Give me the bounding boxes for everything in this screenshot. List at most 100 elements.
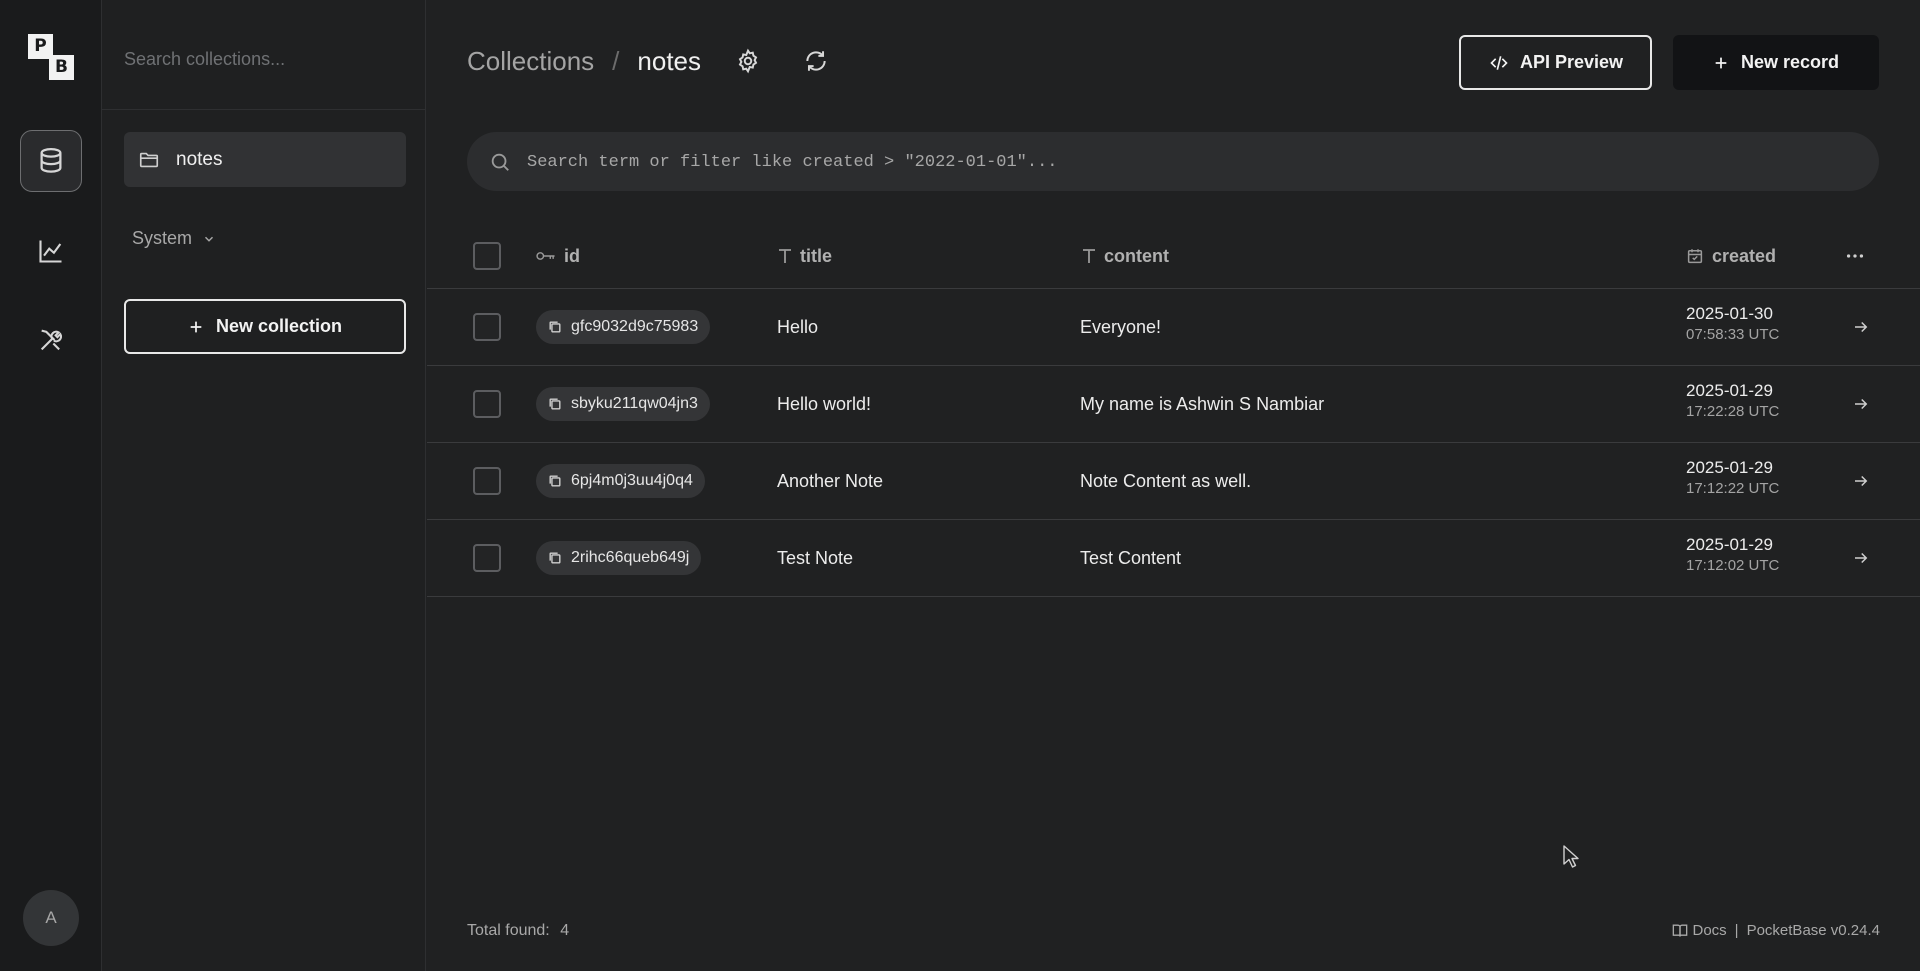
select-all-checkbox[interactable] <box>473 242 501 270</box>
sidebar-item-notes[interactable]: notes <box>124 132 406 187</box>
column-label-content: content <box>1104 245 1169 266</box>
plus-icon <box>188 319 204 335</box>
created-time: 17:12:02 UTC <box>1686 557 1780 574</box>
collections-sidebar: notes System New collection <box>102 0 426 971</box>
record-id: 2rihc66queb649j <box>571 549 690 566</box>
new-collection-button[interactable]: New collection <box>124 299 406 354</box>
new-record-button[interactable]: New record <box>1673 35 1879 90</box>
record-title: Hello world! <box>777 393 872 414</box>
copy-icon <box>548 397 562 411</box>
record-id-pill[interactable]: 6pj4m0j3uu4j0q4 <box>536 464 705 498</box>
column-label-created: created <box>1712 245 1777 266</box>
record-title: Test Note <box>777 547 854 568</box>
system-collections-toggle[interactable]: System <box>132 228 216 249</box>
table-row[interactable]: gfc9032d9c75983 Hello Everyone! 2025-01-… <box>427 289 1920 366</box>
total-found-value: 4 <box>560 922 570 939</box>
breadcrumb-current: notes <box>637 46 702 76</box>
search-icon <box>489 151 511 173</box>
arrow-right-icon[interactable] <box>1852 472 1870 490</box>
version-label[interactable]: PocketBase v0.24.4 <box>1747 922 1880 939</box>
key-icon <box>536 249 556 263</box>
rail-logs-button[interactable] <box>20 220 82 282</box>
created-time: 17:12:22 UTC <box>1686 480 1780 497</box>
copy-icon <box>548 551 562 565</box>
plus-icon <box>1713 55 1729 71</box>
text-type-icon <box>778 248 792 264</box>
database-icon <box>36 146 66 176</box>
sidebar-item-label: notes <box>176 148 223 170</box>
system-label: System <box>132 228 193 248</box>
chevron-down-icon <box>202 232 216 246</box>
chart-line-icon <box>37 237 65 265</box>
footer-separator: | <box>1734 922 1739 939</box>
breadcrumb-separator: / <box>612 46 620 76</box>
record-id-pill[interactable]: 2rihc66queb649j <box>536 541 702 575</box>
table-header: id title content created <box>427 224 1920 289</box>
created-time: 07:58:33 UTC <box>1686 326 1780 343</box>
tools-icon <box>37 326 65 354</box>
record-title: Another Note <box>777 470 884 491</box>
refresh-icon[interactable] <box>803 48 829 74</box>
rail-collections-button[interactable] <box>20 130 82 192</box>
record-content: Note Content as well. <box>1080 470 1252 491</box>
column-header-id[interactable]: id <box>536 224 580 288</box>
more-horizontal-icon[interactable] <box>1844 246 1866 266</box>
record-content: My name is Ashwin S Nambiar <box>1080 393 1325 414</box>
record-created: 2025-01-29 17:12:02 UTC <box>1686 536 1779 573</box>
new-collection-label: New collection <box>215 316 343 336</box>
created-date: 2025-01-29 <box>1686 381 1773 400</box>
row-checkbox[interactable] <box>473 390 501 418</box>
records-filter-bar <box>467 132 1879 191</box>
column-label-id: id <box>564 245 580 266</box>
created-date: 2025-01-30 <box>1686 304 1773 323</box>
main-content: Collections / notes API Preview New reco… <box>427 0 1920 971</box>
docs-link[interactable]: Docs <box>1692 922 1726 939</box>
text-type-icon <box>1082 248 1096 264</box>
calendar-icon <box>1686 247 1704 265</box>
row-checkbox[interactable] <box>473 467 501 495</box>
book-icon <box>1672 923 1688 938</box>
pocketbase-logo[interactable]: P B <box>28 34 74 80</box>
table-row[interactable]: 2rihc66queb649j Test Note Test Content 2… <box>427 520 1920 597</box>
collections-search-input[interactable] <box>124 38 404 80</box>
copy-icon <box>548 474 562 488</box>
record-created: 2025-01-29 17:22:28 UTC <box>1686 382 1779 419</box>
record-id: gfc9032d9c75983 <box>571 318 699 335</box>
total-found: Total found: 4 <box>467 922 569 940</box>
table-row[interactable]: sbyku211qw04jn3 Hello world! My name is … <box>427 366 1920 443</box>
column-header-content[interactable]: content <box>1082 224 1169 288</box>
logo-letter-b: B <box>49 55 74 80</box>
record-id: 6pj4m0j3uu4j0q4 <box>571 472 693 489</box>
app-rail: P B A <box>0 0 102 971</box>
column-header-title[interactable]: title <box>778 224 832 288</box>
gear-icon[interactable] <box>735 48 761 74</box>
row-checkbox[interactable] <box>473 544 501 572</box>
api-preview-button[interactable]: API Preview <box>1459 35 1652 90</box>
user-avatar[interactable]: A <box>23 890 79 946</box>
record-id-pill[interactable]: gfc9032d9c75983 <box>536 310 711 344</box>
copy-icon <box>548 320 562 334</box>
footer-links: Docs | PocketBase v0.24.4 <box>1672 922 1880 939</box>
arrow-right-icon[interactable] <box>1852 395 1870 413</box>
rail-settings-button[interactable] <box>20 309 82 371</box>
sidebar-search-area <box>102 0 426 110</box>
record-content: Everyone! <box>1080 316 1162 337</box>
row-checkbox[interactable] <box>473 313 501 341</box>
created-date: 2025-01-29 <box>1686 535 1773 554</box>
records-filter-input[interactable] <box>527 142 1857 182</box>
new-record-label: New record <box>1740 52 1840 72</box>
arrow-right-icon[interactable] <box>1852 318 1870 336</box>
code-icon <box>1488 53 1510 73</box>
total-found-label: Total found: <box>467 922 550 939</box>
record-id: sbyku211qw04jn3 <box>571 395 698 412</box>
record-created: 2025-01-29 17:12:22 UTC <box>1686 459 1779 496</box>
record-created: 2025-01-30 07:58:33 UTC <box>1686 305 1779 342</box>
folder-icon <box>138 149 160 171</box>
breadcrumb: Collections / notes <box>467 46 701 77</box>
arrow-right-icon[interactable] <box>1852 549 1870 567</box>
column-header-created[interactable]: created <box>1686 224 1776 288</box>
record-id-pill[interactable]: sbyku211qw04jn3 <box>536 387 710 421</box>
table-row[interactable]: 6pj4m0j3uu4j0q4 Another Note Note Conten… <box>427 443 1920 520</box>
breadcrumb-collections[interactable]: Collections <box>467 46 594 77</box>
api-preview-label: API Preview <box>1519 52 1624 72</box>
